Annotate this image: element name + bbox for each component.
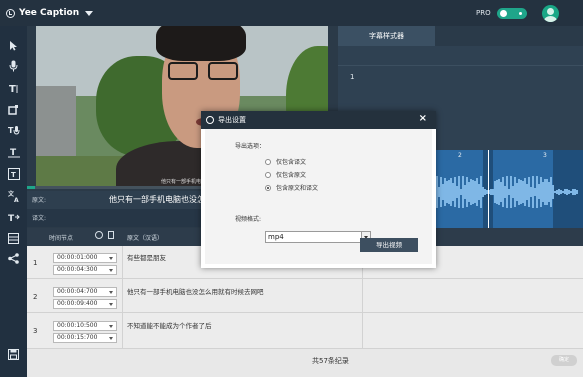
row-divider <box>362 279 363 312</box>
source-text[interactable]: 他只有一部手机电脑也没怎么 <box>109 194 213 205</box>
video-person-hair <box>156 26 246 61</box>
dialog-logo-icon <box>206 116 214 124</box>
radio-circle-selected[interactable] <box>265 184 271 191</box>
row-divider <box>122 246 123 278</box>
video-person-glasses <box>168 62 238 80</box>
avatar-head <box>547 8 554 15</box>
svg-text:T: T <box>8 126 14 135</box>
video-format-label: 视频格式: <box>235 216 262 223</box>
video-format-value: mp4 <box>268 233 284 241</box>
tab-subtitle-style[interactable]: 字幕样式器 <box>338 26 435 46</box>
svg-text:T: T <box>8 214 15 223</box>
layout-icon[interactable] <box>6 231 21 246</box>
waveform-bar <box>576 190 578 194</box>
row-divider <box>122 313 123 348</box>
table-row[interactable]: 2 00:00:04:700 00:00:09:400 他只有一部手机电脑也没怎… <box>27 279 583 313</box>
style-index: 1 <box>350 73 355 81</box>
dialog-header: 导出设置 × <box>201 111 436 129</box>
video-format-select[interactable]: mp4 <box>265 231 371 243</box>
row-divider <box>362 313 363 348</box>
video-progress-fill <box>27 186 35 189</box>
save-icon[interactable] <box>6 347 21 362</box>
export-options-label: 导出选项： <box>235 143 266 150</box>
share-icon[interactable] <box>6 251 21 266</box>
table-footer: 共57条纪录 确定 <box>27 349 583 377</box>
radio-label: 包含原文和译文 <box>276 185 319 192</box>
svg-text:A: A <box>14 197 19 202</box>
pro-label: PRO <box>476 9 491 17</box>
row-text[interactable]: 他只有一部手机电脑也没怎么用就有时候去网吧 <box>127 286 264 296</box>
logo-icon <box>6 8 15 18</box>
title-bar: Yee Caption <box>0 0 583 26</box>
row-index: 1 <box>33 259 38 267</box>
svg-text:T: T <box>11 171 16 179</box>
col-source-header: 原文（汉语） <box>127 235 164 242</box>
cursor-icon[interactable] <box>6 38 21 53</box>
row-divider <box>122 279 123 312</box>
app-name: Yee Caption <box>19 8 80 18</box>
translation-label: 译文: <box>32 215 47 222</box>
clock-icon[interactable] <box>95 231 103 239</box>
translate-icon[interactable]: 文A <box>6 188 21 203</box>
app-menu-chevron-down-icon[interactable] <box>85 10 94 16</box>
segment-label: 3 <box>543 152 547 159</box>
export-video-button[interactable]: 导出视频 <box>360 238 418 252</box>
left-toolbar: T T T T 文A T <box>0 26 27 377</box>
source-label: 原文: <box>32 197 47 204</box>
text-cursor-icon[interactable]: T <box>6 80 21 95</box>
radio-translation-only[interactable]: 仅包含译文 <box>265 157 306 166</box>
end-time-field[interactable]: 00:00:15:700 <box>53 333 117 343</box>
segment-label: 2 <box>458 152 462 159</box>
row-index: 2 <box>33 293 38 301</box>
avatar-body <box>544 16 557 22</box>
app-window: Yee Caption PRO T T T T 文 A T 他只有一部手机电脑也… <box>0 0 583 377</box>
row-index: 3 <box>33 327 38 335</box>
radio-label: 仅包含译文 <box>276 159 307 166</box>
mic-text-icon[interactable]: T <box>6 122 21 137</box>
close-icon[interactable]: × <box>419 113 427 124</box>
table-row[interactable]: 3 00:00:10:500 00:00:15:700 不知道能不能成为个作者了… <box>27 313 583 349</box>
end-time-field[interactable]: 00:00:04:300 <box>53 265 117 275</box>
waveform-playhead[interactable] <box>488 150 489 231</box>
box-icon[interactable] <box>6 102 21 117</box>
end-time-field[interactable]: 00:00:09:400 <box>53 299 117 309</box>
microphone-icon[interactable] <box>6 58 21 73</box>
svg-text:T: T <box>9 84 16 94</box>
dialog-body: 导出选项： 仅包含译文 仅包含原文 包含原文和译文 视频格式: mp4 导出视频 <box>205 129 432 264</box>
radio-label: 仅包含原文 <box>276 172 307 179</box>
start-time-field[interactable]: 00:00:01:000 <box>53 253 117 263</box>
radio-circle[interactable] <box>265 158 271 165</box>
start-time-field[interactable]: 00:00:04:700 <box>53 287 117 297</box>
export-settings-dialog: 导出设置 × 导出选项： 仅包含译文 仅包含原文 包含原文和译文 视频格式: m… <box>201 111 436 268</box>
record-count: 共57条纪录 <box>312 357 349 365</box>
text-move-icon[interactable]: T <box>6 166 21 181</box>
start-time-field[interactable]: 00:00:10:500 <box>53 321 117 331</box>
confirm-button[interactable]: 确定 <box>551 355 577 366</box>
dialog-title: 导出设置 <box>218 116 246 124</box>
row-text[interactable]: 有些都是朋友 <box>127 252 166 262</box>
pro-toggle[interactable] <box>497 8 527 19</box>
toggle-dot <box>519 12 522 15</box>
radio-circle[interactable] <box>265 171 271 178</box>
panel-tabbar <box>435 26 583 46</box>
row-text[interactable]: 不知道能不能成为个作者了后 <box>127 320 212 330</box>
toggle-knob <box>500 10 507 17</box>
text-import-icon[interactable]: T <box>6 209 21 224</box>
delete-icon[interactable] <box>108 231 114 239</box>
col-time-header: 时间节点 <box>49 235 74 242</box>
text-underline-icon[interactable]: T <box>6 144 21 159</box>
radio-source-and-translation[interactable]: 包含原文和译文 <box>265 183 318 192</box>
radio-source-only[interactable]: 仅包含原文 <box>265 170 306 179</box>
user-avatar[interactable] <box>542 5 559 22</box>
panel-divider <box>338 65 583 66</box>
